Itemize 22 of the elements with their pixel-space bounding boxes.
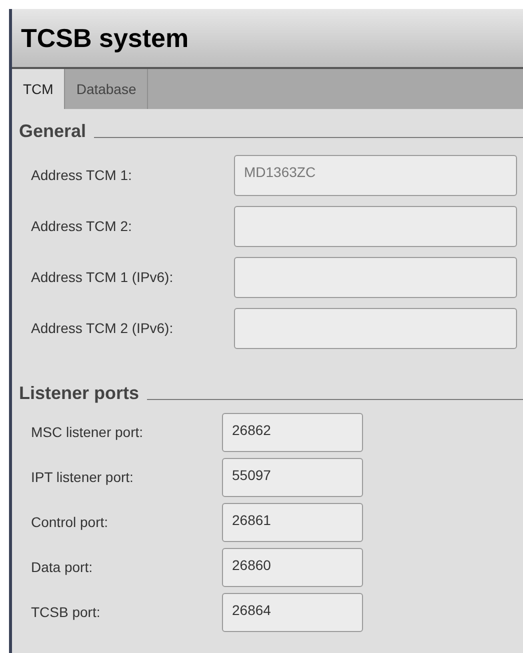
input-field[interactable] (234, 257, 517, 298)
input-field[interactable] (234, 308, 517, 349)
tab[interactable]: TCM (12, 69, 66, 109)
input-field[interactable]: 26864 (222, 593, 363, 632)
section-heading: General (19, 120, 86, 143)
section-heading: Listener ports (19, 382, 140, 405)
input-field[interactable]: 26862 (222, 413, 363, 452)
field-label: Data port: (31, 558, 94, 577)
field-label: MSC listener port: (31, 423, 144, 442)
input-field[interactable]: 26860 (222, 548, 363, 587)
window-title: TCSB system (21, 22, 189, 54)
input-field[interactable] (234, 206, 517, 247)
field-label: Address TCM 2: (31, 217, 133, 236)
field-label: Address TCM 2 (IPv6): (31, 319, 174, 338)
field-label: TCSB port: (31, 603, 102, 622)
field-label: Address TCM 1 (IPv6): (31, 268, 174, 287)
field-label: IPT listener port: (31, 468, 134, 487)
input-field[interactable]: 55097 (222, 458, 363, 497)
input-field[interactable]: 26861 (222, 503, 363, 542)
input-field[interactable]: MD1363ZC (234, 155, 517, 196)
field-label: Control port: (31, 513, 110, 532)
field-label: Address TCM 1: (31, 166, 133, 185)
